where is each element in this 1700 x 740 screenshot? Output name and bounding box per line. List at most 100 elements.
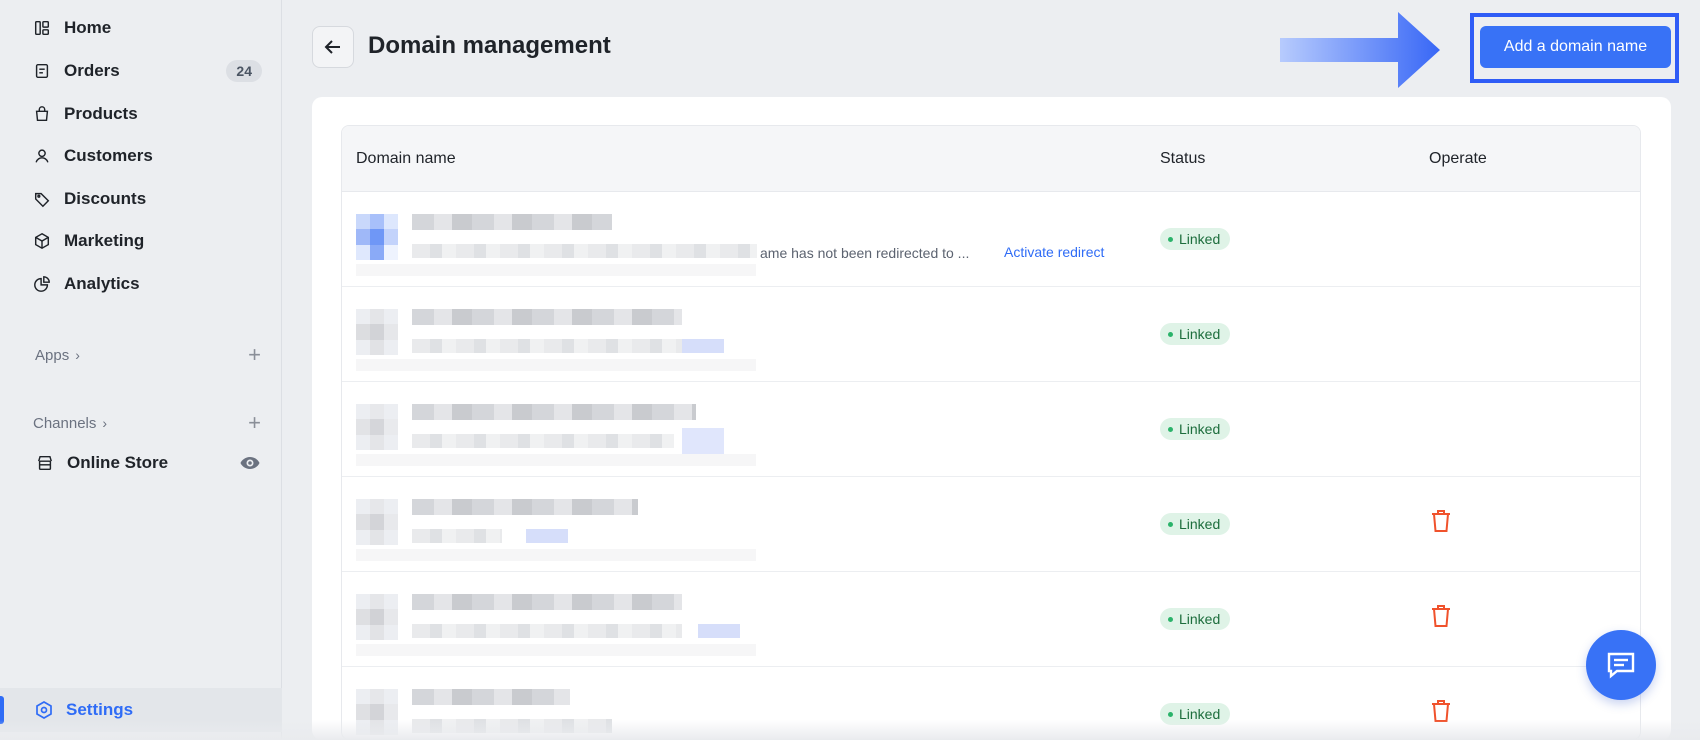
cube-icon — [32, 231, 52, 251]
redacted-highlight — [682, 339, 724, 353]
sidebar-item-label: Home — [64, 18, 112, 37]
status-label: Linked — [1179, 516, 1221, 532]
status-label: Linked — [1179, 611, 1221, 627]
tag-icon — [32, 189, 52, 209]
status-badge: Linked — [1160, 513, 1231, 535]
domain-thumbnail — [356, 309, 398, 355]
status-badge: Linked — [1160, 228, 1231, 250]
redaction-fade — [356, 264, 756, 276]
redirect-note: ame has not been redirected to ... — [760, 245, 970, 261]
column-header-operate: Operate — [1429, 149, 1487, 167]
redacted-highlight — [698, 624, 740, 638]
domain-subtext-redacted — [412, 529, 502, 543]
annotation-arrow-icon — [1280, 12, 1440, 88]
column-header-status: Status — [1160, 149, 1206, 167]
page-title: Domain management — [368, 32, 611, 59]
domain-subtext-redacted — [412, 244, 757, 258]
domain-name-redacted — [412, 404, 696, 420]
domain-name-redacted — [412, 594, 682, 610]
chevron-right-icon: › — [75, 347, 80, 363]
status-label: Linked — [1179, 231, 1221, 247]
domain-subtext-redacted — [412, 339, 682, 353]
table-header: Domain name Status Operate — [342, 126, 1640, 192]
activate-redirect-link[interactable]: Activate redirect — [1004, 244, 1104, 260]
channels-section-label[interactable]: Channels — [33, 415, 96, 432]
status-dot — [1168, 616, 1173, 622]
bag-icon — [32, 104, 52, 124]
orders-icon — [32, 61, 52, 81]
redaction-fade — [356, 644, 756, 656]
store-icon — [35, 453, 55, 473]
status-label: Linked — [1179, 421, 1221, 437]
sidebar-item-label: Settings — [66, 700, 134, 719]
table-row: ame has not been redirected to ... Activ… — [342, 192, 1640, 287]
status-dot — [1168, 426, 1173, 432]
apps-section-header: Apps › + — [35, 342, 261, 368]
sidebar-item-label: Marketing — [64, 231, 145, 250]
domain-name-redacted — [412, 214, 612, 230]
add-app-icon[interactable]: + — [248, 342, 261, 368]
sidebar-item-marketing[interactable]: Marketing — [32, 223, 262, 259]
sidebar-item-customers[interactable]: Customers — [32, 138, 262, 174]
sidebar: Home Orders 24 Products Customers Discou… — [0, 0, 282, 740]
domain-thumbnail — [356, 594, 398, 640]
bottom-shadow — [0, 720, 1700, 740]
status-badge: Linked — [1160, 418, 1231, 440]
domain-thumbnail — [356, 499, 398, 545]
back-button[interactable] — [312, 26, 354, 68]
sidebar-item-label: Analytics — [64, 274, 140, 293]
redacted-highlight — [682, 428, 724, 454]
person-icon — [32, 146, 52, 166]
status-dot — [1168, 521, 1173, 527]
sidebar-item-label: Discounts — [64, 189, 147, 208]
home-icon — [32, 18, 52, 38]
column-header-domain: Domain name — [356, 149, 456, 167]
sidebar-item-discounts[interactable]: Discounts — [32, 181, 262, 217]
sidebar-item-label: Customers — [64, 146, 153, 165]
sidebar-item-label: Online Store — [67, 453, 169, 472]
status-badge: Linked — [1160, 323, 1231, 345]
delete-trash-icon[interactable] — [1430, 509, 1452, 533]
table-row: Linked — [342, 382, 1640, 477]
domain-name-redacted — [412, 499, 638, 515]
arrow-left-icon — [324, 40, 340, 54]
sidebar-item-online-store[interactable]: Online Store — [35, 445, 261, 481]
apps-section-label[interactable]: Apps — [35, 347, 69, 364]
orders-count-badge: 24 — [226, 60, 262, 82]
chevron-right-icon: › — [102, 415, 108, 431]
domain-thumbnail — [356, 404, 398, 450]
redaction-fade — [356, 454, 756, 466]
status-dot — [1168, 711, 1173, 717]
eye-icon[interactable] — [239, 452, 261, 474]
delete-trash-icon[interactable] — [1430, 604, 1452, 628]
domain-table: Domain name Status Operate ame has not b… — [341, 125, 1641, 740]
domain-name-redacted — [412, 309, 682, 325]
sidebar-item-label: Products — [64, 104, 138, 123]
sidebar-item-orders[interactable]: Orders 24 — [32, 53, 262, 89]
status-dot — [1168, 236, 1173, 242]
domain-thumbnail — [356, 214, 398, 260]
pie-chart-icon — [32, 274, 52, 294]
status-label: Linked — [1179, 326, 1221, 342]
status-dot — [1168, 331, 1173, 337]
sidebar-item-products[interactable]: Products — [32, 96, 262, 132]
add-channel-icon[interactable]: + — [248, 410, 261, 436]
table-row: Linked — [342, 572, 1640, 667]
settings-gear-icon — [34, 700, 54, 720]
redaction-fade — [356, 549, 756, 561]
add-domain-button[interactable]: Add a domain name — [1480, 26, 1671, 68]
chat-bubble-icon — [1607, 652, 1635, 679]
sidebar-item-analytics[interactable]: Analytics — [32, 266, 262, 302]
redacted-highlight — [526, 529, 568, 543]
sidebar-item-home[interactable]: Home — [32, 10, 262, 46]
domain-name-redacted — [412, 689, 570, 705]
table-row: Linked — [342, 477, 1640, 572]
chat-support-button[interactable] — [1586, 630, 1656, 700]
domain-subtext-redacted — [412, 624, 682, 638]
channels-section-header: Channels › + — [33, 410, 261, 436]
table-row: Linked — [342, 287, 1640, 382]
sidebar-item-label: Orders — [64, 61, 120, 80]
domain-subtext-redacted — [412, 434, 674, 448]
status-badge: Linked — [1160, 608, 1231, 630]
redaction-fade — [356, 359, 756, 371]
